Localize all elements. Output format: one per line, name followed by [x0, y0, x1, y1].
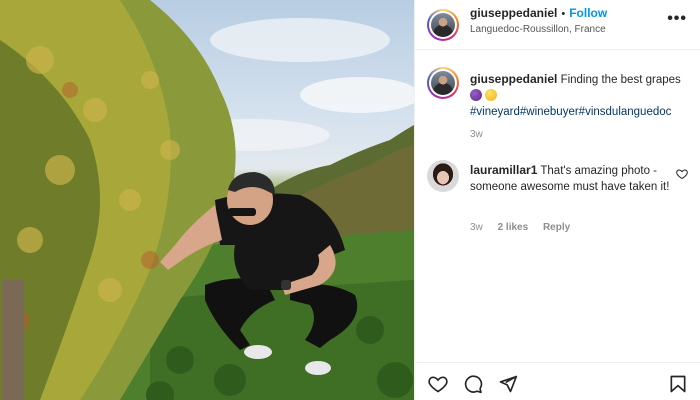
post-sidebar: giuseppedaniel • Follow Languedoc-Roussill…	[414, 0, 700, 400]
caption-text: Finding the best grapes	[560, 74, 681, 86]
heart-icon[interactable]	[428, 374, 448, 394]
author-username[interactable]: giuseppedaniel	[470, 6, 557, 20]
instagram-post: giuseppedaniel • Follow Languedoc-Roussill…	[0, 0, 700, 400]
comment-like-heart-icon[interactable]	[676, 168, 688, 180]
comment-likes[interactable]: 2 likes	[498, 222, 529, 233]
comment-icon[interactable]	[463, 374, 483, 394]
commenter-avatar[interactable]	[427, 160, 459, 192]
comment-author[interactable]: lauramillar1	[470, 163, 537, 177]
comment-meta: 3w 2 likes Reply	[470, 222, 582, 233]
post-header: giuseppedaniel • Follow Languedoc-Roussill…	[415, 0, 700, 50]
grapes-emoji-icon	[470, 89, 482, 101]
reply-button[interactable]: Reply	[543, 222, 570, 233]
caption-age[interactable]: 3w	[470, 129, 483, 140]
post-photo[interactable]	[0, 0, 414, 400]
comment-age[interactable]: 3w	[470, 222, 483, 233]
rofl-emoji-icon	[485, 89, 497, 101]
caption-author[interactable]: giuseppedaniel	[470, 72, 557, 86]
follow-button[interactable]: Follow	[569, 6, 607, 20]
bookmark-icon[interactable]	[668, 374, 688, 394]
comment: lauramillar1 That's amazing photo - some…	[470, 162, 670, 195]
caption-author-avatar[interactable]	[427, 67, 459, 99]
share-icon[interactable]	[498, 374, 518, 394]
vineyard-photo	[0, 0, 414, 400]
caption-meta: 3w	[470, 129, 495, 140]
header-title: giuseppedaniel • Follow	[470, 6, 607, 20]
author-avatar[interactable]	[427, 9, 459, 41]
separator-dot: •	[561, 8, 566, 20]
post-location[interactable]: Languedoc-Roussillon, France	[470, 24, 606, 35]
more-options-icon[interactable]: •••	[667, 10, 687, 28]
caption-hashtags[interactable]: #vineyard#winebuyer#vinsdulanguedoc	[470, 106, 671, 118]
action-bar	[415, 362, 700, 400]
post-caption: giuseppedaniel Finding the best grapes #…	[470, 71, 690, 120]
